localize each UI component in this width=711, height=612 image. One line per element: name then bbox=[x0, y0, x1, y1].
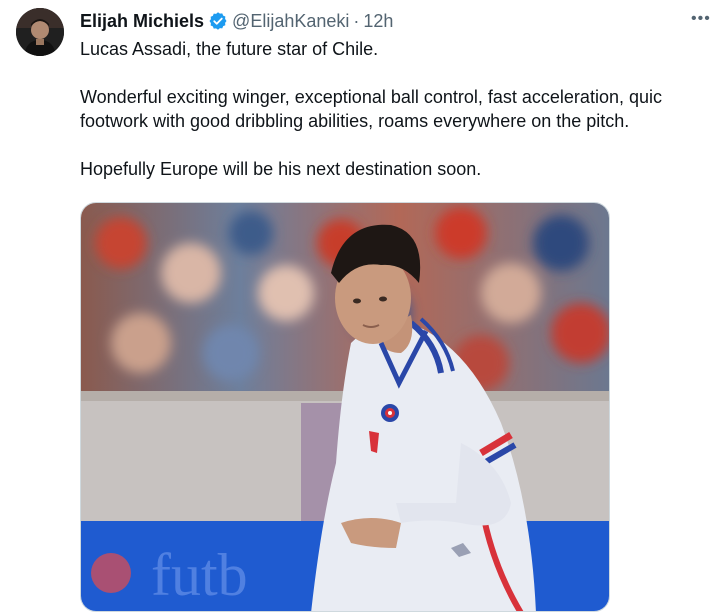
tweet-line-2: Wonderful exciting winger, exceptional b… bbox=[80, 87, 662, 107]
separator-dot: · bbox=[353, 10, 360, 31]
author-display-name[interactable]: Elijah Michiels bbox=[80, 11, 204, 32]
tweet-line-3: footwork with good dribbling abilities, … bbox=[80, 111, 630, 131]
tweet-line-1: Lucas Assadi, the future star of Chile. bbox=[80, 39, 379, 59]
author-handle[interactable]: @ElijahKaneki bbox=[232, 11, 349, 32]
tweet-timestamp[interactable]: 12h bbox=[363, 11, 393, 32]
verified-badge-icon bbox=[208, 11, 228, 31]
tweet-body: Lucas Assadi, the future star of Chile. … bbox=[80, 37, 711, 181]
author-avatar[interactable] bbox=[16, 8, 64, 56]
tweet-header: Elijah Michiels @ElijahKaneki · 12h bbox=[80, 9, 393, 33]
chile-crest-icon bbox=[381, 404, 399, 422]
user-avatar-photo bbox=[16, 8, 64, 56]
more-options-icon[interactable]: ••• bbox=[691, 10, 711, 30]
player-photo: futb bbox=[81, 203, 609, 611]
tweet-line-4: Hopefully Europe will be his next destin… bbox=[80, 159, 482, 179]
tweet-media[interactable]: futb bbox=[80, 202, 610, 612]
svg-text:futb: futb bbox=[151, 542, 248, 608]
